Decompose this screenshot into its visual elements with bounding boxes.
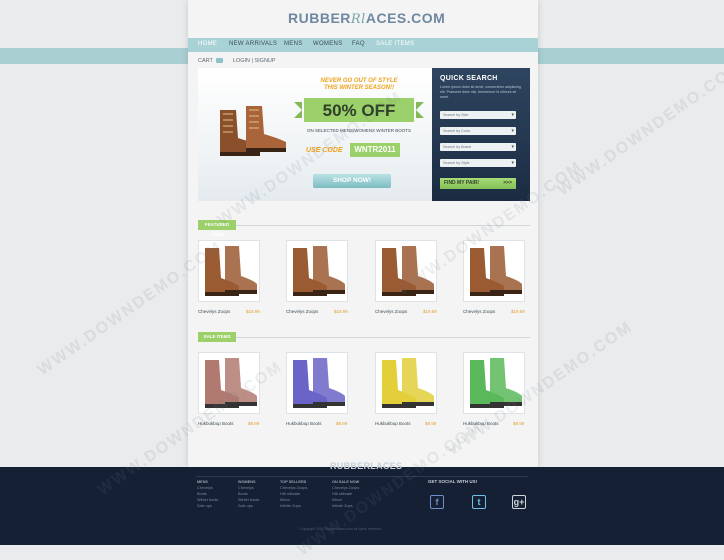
product-name[interactable]: Chevelys Zoops bbox=[198, 309, 230, 314]
quick-search-panel: QUICK SEARCH Lorem ipsum dolor sit amet,… bbox=[432, 68, 530, 201]
product-price: $19.99 bbox=[246, 309, 260, 314]
main-nav: HOME NEW ARRIVALS MENS WOMENS FAQ SALE I… bbox=[188, 38, 538, 52]
product-name[interactable]: Chevelys Zoops bbox=[463, 309, 495, 314]
promo-banner: NEVER GO OUT OF STYLE THIS WINTER SEASON… bbox=[198, 68, 432, 201]
chevron-down-icon: ▾ bbox=[511, 160, 514, 166]
chevron-down-icon: ▾ bbox=[511, 112, 514, 118]
size-select[interactable]: Search by Size ▾ bbox=[440, 111, 516, 119]
quick-search-title: QUICK SEARCH bbox=[440, 75, 498, 82]
facebook-icon[interactable]: f bbox=[430, 495, 444, 509]
product-price: $19.99 bbox=[334, 309, 348, 314]
featured-product-card[interactable] bbox=[286, 240, 348, 302]
product-name[interactable]: Chevelys Zoops bbox=[286, 309, 318, 314]
boot-image bbox=[289, 244, 347, 305]
footer-column: MENS Chevelys Boots Winter boots Sale ups bbox=[197, 479, 218, 509]
googleplus-icon[interactable]: g+ bbox=[512, 495, 526, 509]
product-price: $9.99 bbox=[336, 421, 348, 426]
boots-image bbox=[220, 106, 286, 156]
product-price: $9.99 bbox=[513, 421, 525, 426]
chevron-down-icon: ▾ bbox=[511, 144, 514, 150]
sale-product-card[interactable] bbox=[375, 352, 437, 414]
site-logo[interactable]: RUBBERRlACES.COM bbox=[288, 10, 445, 27]
brand-select[interactable]: Search by Brand ▾ bbox=[440, 143, 516, 151]
chevron-down-icon: ▾ bbox=[511, 128, 514, 134]
nav-sale-items[interactable]: SALE ITEMS bbox=[376, 41, 414, 47]
nav-new-arrivals[interactable]: NEW ARRIVALS bbox=[229, 41, 277, 47]
login-link[interactable]: LOGIN | SIGNUP bbox=[233, 58, 276, 64]
cart-link[interactable]: CART bbox=[198, 58, 213, 64]
boot-image bbox=[466, 244, 524, 305]
ribbon-tail-right bbox=[416, 102, 424, 118]
shop-now-button[interactable]: SHOP NOW! bbox=[313, 174, 391, 188]
product-price: $19.99 bbox=[423, 309, 437, 314]
sale-divider bbox=[236, 337, 530, 338]
rain-boot-image bbox=[378, 356, 436, 417]
footer-column: WOMENS Chevelys Boots Winter boots Sale ups bbox=[238, 479, 259, 509]
sale-items-label: SALE ITEMS bbox=[198, 332, 236, 342]
find-my-pair-button[interactable]: FIND MY PAIR! >>> bbox=[440, 178, 516, 189]
product-price: $9.99 bbox=[425, 421, 437, 426]
product-name[interactable]: Hukbukbup Boots bbox=[286, 421, 322, 426]
footer-logo[interactable]: RUBBERLACES bbox=[330, 461, 402, 471]
ribbon-tail-left bbox=[294, 102, 302, 118]
watermark: WWW.DOWNDEMO.COM bbox=[554, 58, 724, 200]
footer-link[interactable]: Sale ups bbox=[197, 503, 218, 509]
product-name[interactable]: Hukbukbup Boots bbox=[375, 421, 411, 426]
footer-divider bbox=[196, 476, 528, 477]
product-name[interactable]: Chevelys Zoops bbox=[375, 309, 407, 314]
nav-mens[interactable]: MENS bbox=[284, 41, 303, 47]
color-select[interactable]: Search by Color ▾ bbox=[440, 127, 516, 135]
cart-icon[interactable] bbox=[215, 58, 223, 64]
twitter-icon[interactable]: t bbox=[472, 495, 486, 509]
style-select[interactable]: Search by Style ▾ bbox=[440, 159, 516, 167]
social-title: GET SOCIAL WITH US! bbox=[428, 479, 478, 484]
rain-boot-image bbox=[289, 356, 347, 417]
banner-tagline: NEVER GO OUT OF STYLE THIS WINTER SEASON… bbox=[320, 78, 398, 91]
nav-home[interactable]: HOME bbox=[198, 41, 217, 47]
footer-link[interactable]: Sale ups bbox=[238, 503, 259, 509]
quick-search-desc: Lorem ipsum dolor sit amet, consectetur … bbox=[440, 85, 521, 99]
product-price: $19.99 bbox=[511, 309, 525, 314]
footer-link[interactable]: Infinite Zups bbox=[280, 503, 307, 509]
footer-column: TOP SELLERS Chevelys Zoops Hitt ultimate Ki… bbox=[280, 479, 307, 509]
nav-womens[interactable]: WOMENS bbox=[313, 41, 342, 47]
nav-faq[interactable]: FAQ bbox=[352, 41, 365, 47]
sale-product-card[interactable] bbox=[286, 352, 348, 414]
product-price: $9.99 bbox=[248, 421, 260, 426]
promo-code: WNTR2011 bbox=[350, 143, 400, 157]
user-bar: CART LOGIN | SIGNUP bbox=[198, 58, 276, 64]
